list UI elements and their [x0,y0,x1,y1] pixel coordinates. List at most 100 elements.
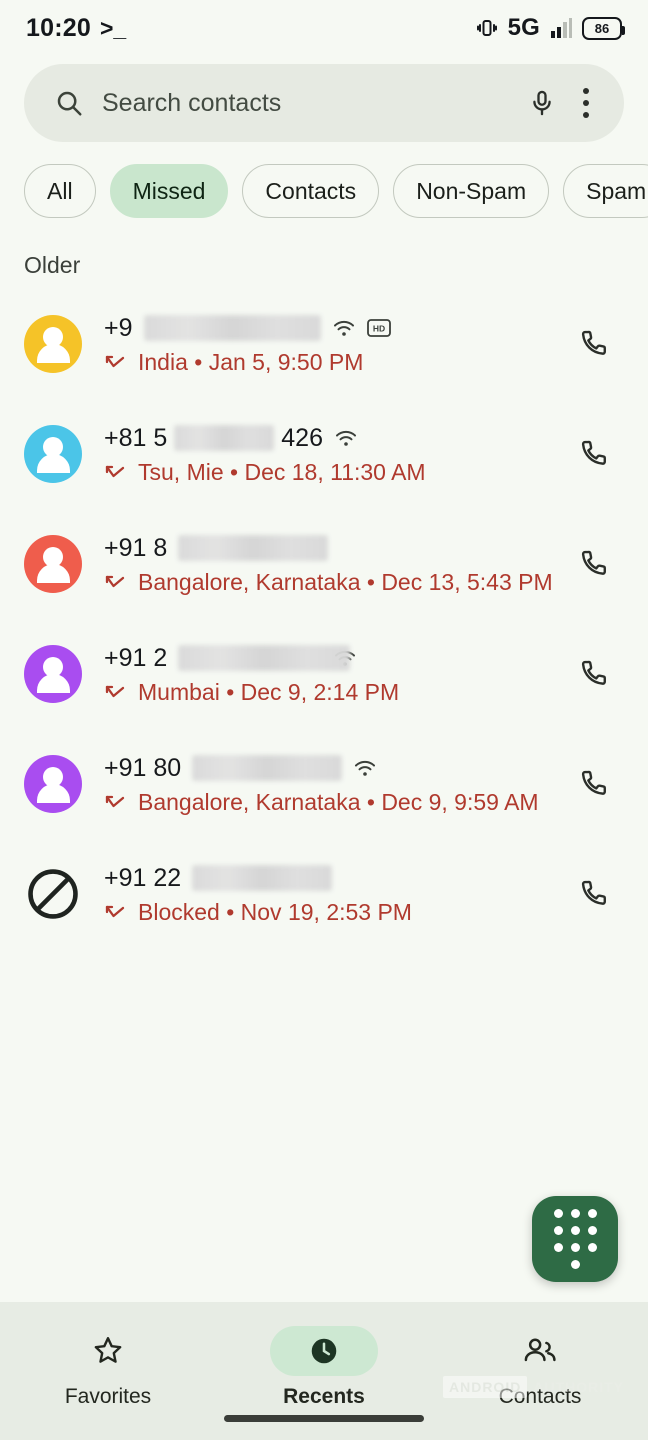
call-detail-line: Blocked • Nov 19, 2:53 PM [104,899,544,926]
blocked-icon [24,865,82,923]
missed-call-arrow-icon [104,354,126,372]
wifi-calling-icon [332,316,356,340]
call-row-content: +91 22 Blocked • Nov 19, 2:53 PM [104,862,544,926]
missed-call-arrow-icon [104,794,126,812]
call-detail-line: Tsu, Mie • Dec 18, 11:30 AM [104,459,544,486]
phone-icon [578,437,612,471]
search-bar[interactable]: Search contacts [24,64,624,142]
call-subtitle: Blocked • Nov 19, 2:53 PM [138,899,412,926]
missed-call-arrow-icon [104,904,126,922]
filter-chip-row: All Missed Contacts Non-Spam Spam [0,142,648,218]
call-number-line: +91 22 [104,862,544,894]
phone-icon [578,547,612,581]
phone-icon [578,767,612,801]
overflow-menu-icon[interactable] [574,88,598,118]
watermark-part-1: ANDROID [443,1376,527,1398]
call-row-content: +9 HD India • Jan 5, 9:50 PM [104,312,544,376]
call-subtitle: Bangalore, Karnataka • Dec 13, 5:43 PM [138,569,553,596]
phone-number-suffix: 426 [281,424,323,453]
avatar [24,315,82,373]
battery-level: 86 [595,22,609,35]
call-row-content: +91 80 Bangalore, Karnataka • Dec 9, 9:5… [104,752,544,816]
call-log-row[interactable]: +81 5 426 Tsu, Mie • Dec 18, 11:30 AM [0,399,648,509]
search-bar-container: Search contacts [0,56,648,142]
phone-icon [578,877,612,911]
phone-number: +9 [104,314,133,343]
nav-item-favorites[interactable]: Favorites [0,1326,216,1409]
redacted-number [178,645,350,671]
watermark: ANDROID AUTHORITY [443,1376,624,1398]
redacted-number [192,755,342,781]
search-input[interactable]: Search contacts [102,89,510,118]
nav-label-recents: Recents [283,1385,365,1409]
call-subtitle: Mumbai • Dec 9, 2:14 PM [138,679,399,706]
filter-chip-missed[interactable]: Missed [110,164,229,218]
call-row-content: +91 8 Bangalore, Karnataka • Dec 13, 5:4… [104,532,544,596]
call-back-button[interactable] [566,657,624,691]
redacted-number [192,865,332,891]
call-subtitle: Bangalore, Karnataka • Dec 9, 9:59 AM [138,789,539,816]
wifi-calling-icon [334,426,358,450]
missed-call-arrow-icon [104,464,126,482]
filter-chip-contacts[interactable]: Contacts [242,164,379,218]
battery-icon: 86 [582,17,622,40]
missed-call-arrow-icon [104,574,126,592]
star-icon [54,1326,162,1376]
call-log-list: +9 HD India • Jan 5, 9:50 PM [0,289,648,1302]
call-number-line: +91 80 [104,752,544,784]
filter-chip-non-spam[interactable]: Non-Spam [393,164,549,218]
redacted-number [174,425,274,451]
call-back-button[interactable] [566,767,624,801]
redacted-number [144,315,321,341]
filter-chip-all[interactable]: All [24,164,96,218]
call-log-row[interactable]: +91 8 Bangalore, Karnataka • Dec 13, 5:4… [0,509,648,619]
avatar [24,755,82,813]
dialpad-icon [554,1209,597,1269]
clock-icon [270,1326,378,1376]
call-detail-line: India • Jan 5, 9:50 PM [104,349,544,376]
call-detail-line: Bangalore, Karnataka • Dec 9, 9:59 AM [104,789,544,816]
terminal-icon: >_ [100,15,126,42]
call-row-content: +91 2 Mumbai • Dec 9, 2:14 PM [104,642,544,706]
call-row-content: +81 5 426 Tsu, Mie • Dec 18, 11:30 AM [104,422,544,486]
status-time: 10:20 [26,14,91,43]
dialpad-fab-button[interactable] [532,1196,618,1282]
call-subtitle: India • Jan 5, 9:50 PM [138,349,363,376]
call-back-button[interactable] [566,437,624,471]
watermark-part-2: AUTHORITY [533,1379,624,1395]
call-back-button[interactable] [566,327,624,361]
call-back-button[interactable] [566,877,624,911]
status-bar-right: 5G 86 [475,14,622,42]
phone-number: +91 8 [104,534,167,563]
wifi-calling-icon [353,756,377,780]
missed-call-arrow-icon [104,684,126,702]
status-bar: 10:20 >_ 5G 86 [0,0,648,56]
nav-item-recents[interactable]: Recents [216,1326,432,1409]
phone-number: +91 80 [104,754,181,783]
call-detail-line: Mumbai • Dec 9, 2:14 PM [104,679,544,706]
phone-number: +81 5 [104,424,167,453]
call-log-row[interactable]: +91 2 Mumbai • Dec 9, 2:14 PM [0,619,648,729]
nav-label-favorites: Favorites [65,1385,151,1409]
call-detail-line: Bangalore, Karnataka • Dec 13, 5:43 PM [104,569,544,596]
call-subtitle: Tsu, Mie • Dec 18, 11:30 AM [138,459,426,486]
call-number-line: +9 HD [104,312,544,344]
microphone-icon[interactable] [528,89,556,117]
search-icon [54,88,84,118]
call-number-line: +91 8 [104,532,544,564]
avatar [24,535,82,593]
network-type-label: 5G [508,14,540,42]
call-log-row[interactable]: +9 HD India • Jan 5, 9:50 PM [0,289,648,399]
phone-icon [578,657,612,691]
bottom-navigation: Favorites Recents Contacts ANDROID AUTHO… [0,1302,648,1440]
avatar [24,645,82,703]
status-bar-left: 10:20 >_ [26,14,126,43]
call-back-button[interactable] [566,547,624,581]
filter-chip-spam[interactable]: Spam [563,164,648,218]
gesture-bar[interactable] [224,1415,424,1422]
redacted-number [178,535,328,561]
call-number-line: +81 5 426 [104,422,544,454]
hd-badge: HD [367,318,391,338]
call-log-row[interactable]: +91 80 Bangalore, Karnataka • Dec 9, 9:5… [0,729,648,839]
call-log-row[interactable]: +91 22 Blocked • Nov 19, 2:53 PM [0,839,648,949]
